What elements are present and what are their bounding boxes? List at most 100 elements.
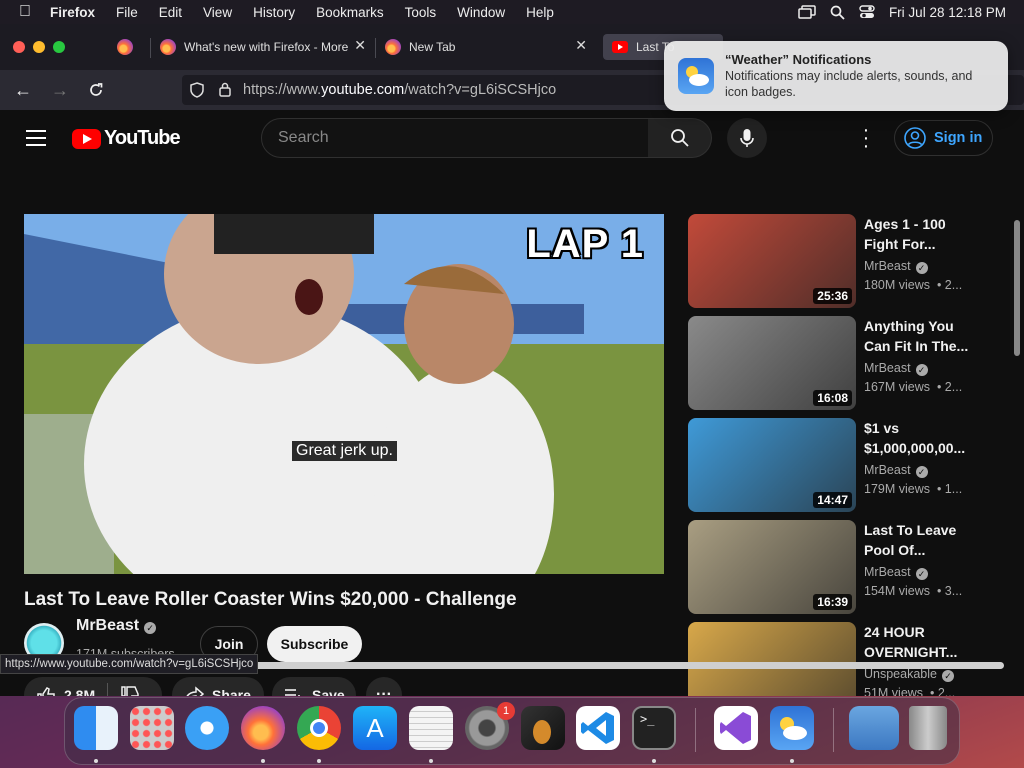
garageband-icon[interactable]: [521, 706, 565, 750]
recommended-title[interactable]: Anything You Can Fit In The...: [864, 316, 974, 356]
firefox-icon[interactable]: [241, 706, 285, 750]
menu-help[interactable]: Help: [526, 5, 554, 20]
firefox-window: What's new with Firefox - More ✕ New Tab…: [0, 24, 1024, 696]
visual-studio-icon[interactable]: [714, 706, 758, 750]
video-thumbnail[interactable]: 19:29: [688, 622, 856, 696]
recommended-channel[interactable]: Unspeakable ✓: [864, 667, 954, 682]
downloads-folder-icon[interactable]: [849, 706, 899, 750]
recommended-channel[interactable]: MrBeast ✓: [864, 361, 928, 376]
recommended-video[interactable]: 16:08 Anything You Can Fit In The... MrBea…: [688, 316, 1018, 410]
close-tab-icon[interactable]: ✕: [354, 37, 366, 54]
recommended-meta: 180M views • 2...: [864, 278, 963, 292]
video-thumbnail[interactable]: 16:39: [688, 520, 856, 614]
tab-new-tab[interactable]: New Tab ✕: [385, 34, 597, 60]
vertical-scrollbar[interactable]: [1014, 220, 1020, 356]
chrome-icon[interactable]: [297, 706, 341, 750]
verified-check-icon: ✓: [144, 622, 157, 634]
recommended-video[interactable]: 19:2924 HOUR OVERNIGHT... Unspeakable✓ 51M…: [688, 622, 1018, 696]
subscribe-button[interactable]: Subscribe: [267, 626, 362, 662]
spotlight-search-icon[interactable]: [830, 5, 845, 20]
close-tab-icon[interactable]: ✕: [575, 37, 587, 54]
menu-window[interactable]: Window: [457, 5, 505, 20]
zoom-window-button[interactable]: [53, 41, 65, 53]
control-center-icon[interactable]: [859, 5, 875, 19]
more-actions-button[interactable]: ···: [366, 677, 402, 696]
tab-whats-new[interactable]: What's new with Firefox - More ✕: [160, 34, 376, 60]
search-button[interactable]: [648, 118, 712, 158]
trash-icon[interactable]: [909, 706, 947, 750]
verified-check-icon: ✓: [915, 466, 928, 478]
weather-app-icon: [678, 58, 714, 94]
recommended-title[interactable]: Ages 1 - 100 Fight For...: [864, 214, 974, 254]
menu-clock[interactable]: Fri Jul 28 12:18 PM: [889, 5, 1006, 20]
reload-icon[interactable]: [88, 82, 104, 98]
hamburger-menu-icon[interactable]: [26, 130, 46, 151]
video-thumbnail[interactable]: 14:47: [688, 418, 856, 512]
textedit-icon[interactable]: [409, 706, 453, 750]
channel-name[interactable]: MrBeast ✓: [76, 617, 157, 635]
lock-icon[interactable]: [219, 82, 231, 97]
menu-bar:  Firefox File Edit View History Bookmar…: [0, 0, 1024, 24]
screen-mirroring-icon[interactable]: [798, 5, 816, 19]
safari-icon[interactable]: [185, 706, 229, 750]
save-button[interactable]: Save: [272, 677, 356, 696]
url-text[interactable]: https://www.youtube.com/watch?v=gL6iSCSH…: [243, 82, 556, 98]
apple-menu-icon[interactable]: : [0, 3, 50, 21]
thumbs-down-icon[interactable]: [120, 685, 140, 696]
settings-more-icon[interactable]: · · ·: [862, 120, 870, 156]
video-player[interactable]: LAP 1: [24, 214, 664, 574]
recommended-channel[interactable]: MrBeast ✓: [864, 565, 928, 580]
video-thumbnail[interactable]: 16:08: [688, 316, 856, 410]
minimize-window-button[interactable]: [33, 41, 45, 53]
verified-check-icon: ✓: [941, 670, 954, 682]
share-button[interactable]: Save Share: [172, 677, 264, 696]
recommended-video[interactable]: 25:36 Ages 1 - 100 Fight For... MrBeast ✓ 18…: [688, 214, 1018, 308]
like-button[interactable]: 2.8M: [24, 685, 95, 696]
menu-view[interactable]: View: [203, 5, 232, 20]
close-window-button[interactable]: [13, 41, 25, 53]
running-indicator: [261, 759, 265, 763]
shield-icon[interactable]: [190, 82, 204, 98]
recommended-meta: 167M views • 2...: [864, 380, 963, 394]
dock: A 1 >_: [64, 697, 960, 765]
launchpad-icon[interactable]: [130, 706, 174, 750]
like-dislike-group: 2.8M: [24, 677, 162, 696]
weather-notification[interactable]: “Weather” Notifications Notifications ma…: [664, 41, 1008, 111]
terminal-icon[interactable]: >_: [632, 706, 676, 750]
search-icon: [670, 129, 689, 147]
recommended-video[interactable]: 16:39 Last To Leave Pool Of... MrBeast ✓ 154…: [688, 520, 1018, 614]
recommended-video[interactable]: 14:47 $1 vs $1,000,000,00... MrBeast ✓ 179M …: [688, 418, 1018, 512]
thumbs-up-icon: [37, 687, 55, 696]
menu-tools[interactable]: Tools: [405, 5, 437, 20]
recommended-title[interactable]: Last To Leave Pool Of...: [864, 520, 974, 560]
menu-file[interactable]: File: [116, 5, 138, 20]
recommended-meta: 51M views • 2...: [864, 686, 956, 696]
youtube-favicon-icon: [612, 41, 628, 53]
verified-check-icon: ✓: [915, 568, 928, 580]
video-duration: 16:08: [813, 390, 852, 406]
running-indicator: [94, 759, 98, 763]
app-menu-firefox[interactable]: Firefox: [50, 5, 95, 20]
tab-pinned-firefox[interactable]: [117, 34, 141, 60]
divider: [107, 683, 109, 696]
back-arrow-icon[interactable]: ←: [14, 80, 32, 100]
youtube-logo[interactable]: YouTube: [72, 127, 181, 150]
recommended-channel[interactable]: MrBeast ✓: [864, 463, 928, 478]
search-input[interactable]: Search: [261, 118, 649, 158]
verified-check-icon: ✓: [915, 364, 928, 376]
recommended-title[interactable]: 24 HOUR OVERNIGHT...: [864, 622, 974, 662]
menu-bookmarks[interactable]: Bookmarks: [316, 5, 384, 20]
sign-in-button[interactable]: Sign in: [894, 120, 993, 156]
app-store-icon[interactable]: A: [353, 706, 397, 750]
vscode-icon[interactable]: [576, 706, 620, 750]
voice-search-button[interactable]: [727, 118, 767, 158]
video-thumbnail[interactable]: 25:36: [688, 214, 856, 308]
finder-icon[interactable]: [74, 706, 118, 750]
tab-label: What's new with Firefox - More: [184, 40, 348, 54]
menu-edit[interactable]: Edit: [159, 5, 182, 20]
menu-history[interactable]: History: [253, 5, 295, 20]
recommended-channel[interactable]: MrBeast ✓: [864, 259, 928, 274]
weather-icon[interactable]: [770, 706, 814, 750]
recommended-title[interactable]: $1 vs $1,000,000,00...: [864, 418, 974, 458]
forward-arrow-icon[interactable]: →: [51, 80, 69, 100]
